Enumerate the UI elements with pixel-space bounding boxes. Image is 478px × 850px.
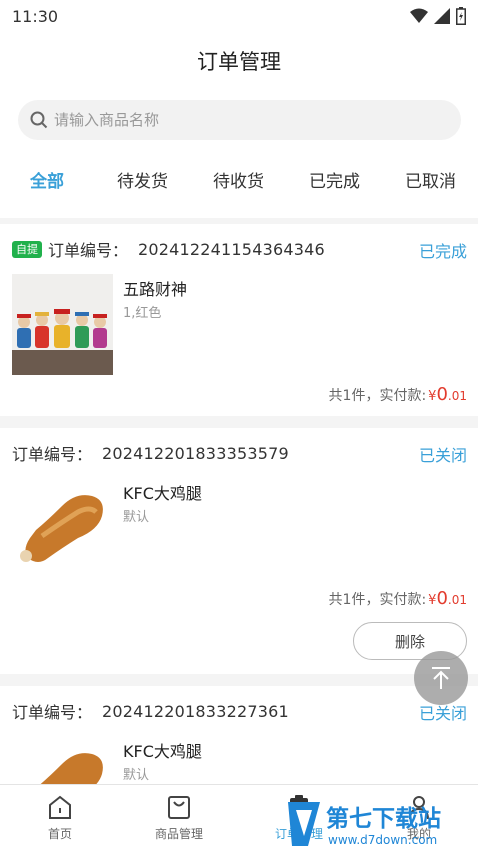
page-title: 订单管理 [197,50,281,74]
svg-text:第七下载站: 第七下载站 [326,805,441,832]
order-status: 已关闭 [418,446,467,465]
order-number: 202412201833227361 [102,701,289,721]
order-card[interactable]: 订单编号： 202412201833227361 已关闭 KFC大鸡腿 默认 [0,686,478,784]
order-summary: 共1件，实付款: ¥ 0 .01 [329,588,467,609]
tab-pending-receipt[interactable]: 待收货 [213,168,264,200]
tabbar-item-products[interactable]: 商品管理 [131,791,227,847]
product-name: 五路财神 [123,280,188,299]
product-spec: 默认 [123,510,150,525]
product-name: KFC大鸡腿 [123,484,202,503]
summary-text: 共1件，实付款: [328,592,427,608]
order-header: 订单编号： 202412201833227361 [12,700,289,723]
price-decimal: .01 [447,389,467,403]
tab-cancelled[interactable]: 已取消 [405,168,456,200]
currency-symbol: ¥ [428,389,437,404]
product-name: KFC大鸡腿 [123,742,202,761]
product-thumbnail[interactable] [12,478,113,579]
order-number: 202412241154364346 [138,239,325,259]
arrow-up-icon [432,667,450,689]
order-card[interactable]: 自提 订单编号： 202412241154364346 已完成 五路财神 1,红… [0,224,478,416]
tab-completed[interactable]: 已完成 [309,168,360,200]
price-decimal: .01 [447,593,467,607]
order-card[interactable]: 订单编号： 202412201833353579 已关闭 KFC大鸡腿 默认 共… [0,428,478,674]
pickup-badge: 自提 [12,240,42,258]
search-box[interactable] [18,100,461,140]
status-time: 11:30 [12,6,59,26]
price-integer: 0 [436,384,448,405]
order-header: 订单编号： 202412201833353579 [12,442,289,465]
header: 订单管理 全部 待发货 待收货 已完成 已取消 [0,32,478,218]
bag-icon [168,796,190,819]
search-input[interactable] [54,111,434,129]
status-icons [410,7,466,25]
battery-icon [456,7,466,25]
order-header: 自提 订单编号： 202412241154364346 [12,238,325,260]
order-number-label: 订单编号： [12,703,93,722]
currency-symbol: ¥ [428,593,437,608]
home-icon [49,795,71,819]
product-thumbnail[interactable] [12,736,113,784]
status-bar: 11:30 [0,0,478,32]
order-number: 202412201833353579 [102,443,289,463]
order-number-label: 订单编号： [48,241,129,260]
tabbar-label: 商品管理 [154,827,203,841]
svg-text:www.d7down.com: www.d7down.com [328,833,437,847]
tabbar-label: 首页 [47,827,72,841]
back-to-top-button[interactable] [414,651,468,705]
signal-icon [434,8,450,24]
order-status: 已完成 [418,242,467,261]
tabbar-item-home[interactable]: 首页 [12,791,108,847]
summary-text: 共1件，实付款: [328,388,427,404]
watermark-logo: 第七下载站 www.d7down.com [288,802,441,847]
product-spec: 默认 [123,768,150,783]
tab-all[interactable]: 全部 [30,168,64,200]
order-number-label: 订单编号： [12,445,93,464]
product-thumbnail[interactable] [12,274,113,375]
price-integer: 0 [436,588,448,609]
search-icon [30,111,48,129]
order-status-tabs: 全部 待发货 待收货 已完成 已取消 [0,168,478,200]
tab-pending-shipment[interactable]: 待发货 [117,168,168,200]
wifi-icon [410,8,428,23]
product-spec: 1,红色 [123,306,162,321]
order-summary: 共1件，实付款: ¥ 0 .01 [329,384,467,405]
